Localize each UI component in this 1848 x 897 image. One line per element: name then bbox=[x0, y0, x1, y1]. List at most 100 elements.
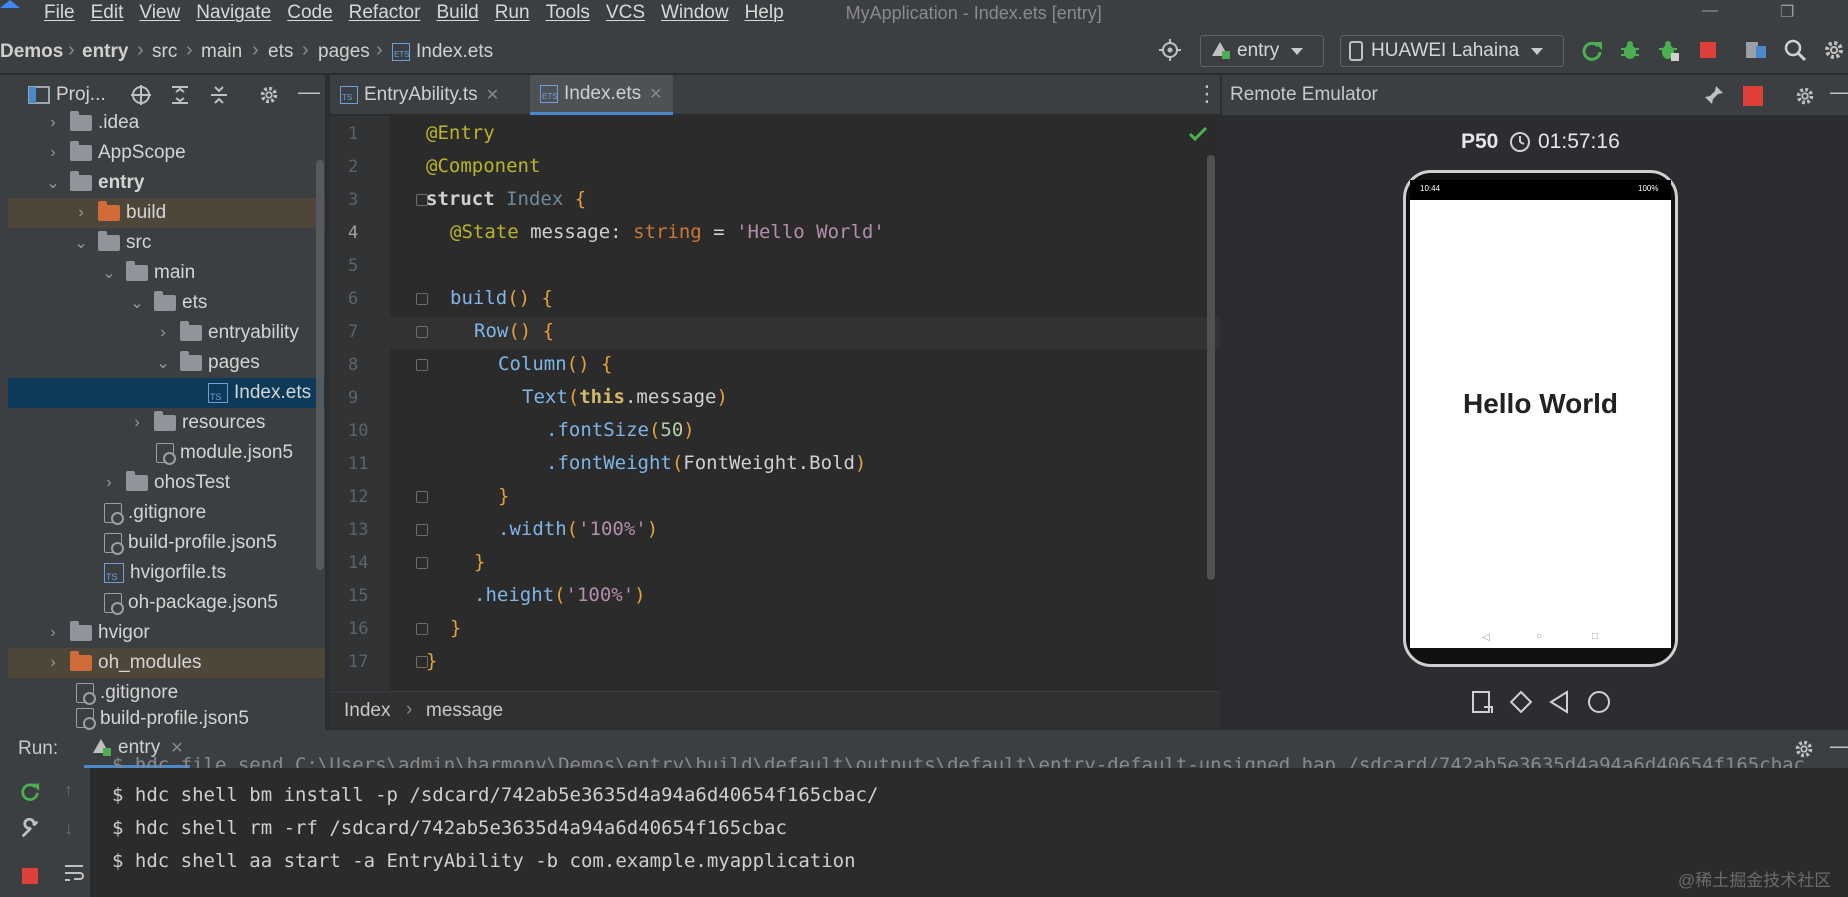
attach-debugger-icon[interactable] bbox=[1656, 38, 1680, 62]
home-button-icon[interactable] bbox=[1586, 689, 1612, 715]
tree-item-pages[interactable]: ⌄ pages bbox=[8, 348, 325, 378]
project-panel-title[interactable]: Proj... bbox=[56, 84, 106, 106]
fold-marker-icon[interactable] bbox=[416, 359, 428, 371]
tree-item-label: entry bbox=[98, 172, 145, 193]
breadcrumb-ets[interactable]: ets bbox=[268, 41, 293, 63]
tree-item-hvigor[interactable]: › hvigor bbox=[8, 618, 325, 648]
menu-build[interactable]: Build bbox=[436, 2, 478, 24]
footer-crumb-index[interactable]: Index bbox=[344, 700, 390, 722]
rerun-icon[interactable] bbox=[19, 780, 41, 802]
breadcrumb-entry[interactable]: entry bbox=[82, 41, 128, 63]
wrench-icon[interactable] bbox=[19, 818, 41, 840]
menu-edit[interactable]: Edit bbox=[91, 2, 124, 24]
fold-marker-icon[interactable] bbox=[416, 491, 428, 503]
tree-item-idea[interactable]: › .idea bbox=[8, 108, 325, 138]
menu-run[interactable]: Run bbox=[495, 2, 530, 24]
tree-item-ets[interactable]: ⌄ ets bbox=[8, 288, 325, 318]
tree-item-oh-modules[interactable]: › oh_modules bbox=[8, 648, 325, 678]
menu-refactor[interactable]: Refactor bbox=[349, 2, 421, 24]
scroll-down-icon[interactable]: ↓ bbox=[64, 818, 73, 839]
debug-icon[interactable] bbox=[1618, 38, 1642, 62]
back-button-icon[interactable] bbox=[1547, 689, 1573, 715]
tree-item-build[interactable]: › build bbox=[8, 198, 325, 228]
tree-item-build-profile-root[interactable]: build-profile.json5 bbox=[8, 708, 325, 730]
hide-panel-icon[interactable]: — bbox=[1830, 79, 1848, 105]
pin-icon[interactable] bbox=[1704, 85, 1724, 105]
minimize-icon[interactable]: — bbox=[1702, 2, 1718, 20]
breadcrumb-index-ets[interactable]: ETS Index.ets bbox=[392, 41, 493, 63]
footer-crumb-message[interactable]: message bbox=[426, 700, 503, 722]
tab-index-ets[interactable]: ETS Index.ets ✕ bbox=[530, 75, 673, 115]
tree-item-src[interactable]: ⌄ src bbox=[8, 228, 325, 258]
menu-view[interactable]: View bbox=[139, 2, 180, 24]
stop-icon[interactable] bbox=[20, 866, 40, 886]
screenshot-icon[interactable] bbox=[1470, 689, 1496, 715]
editor-scrollbar[interactable] bbox=[1207, 155, 1215, 580]
code-editor[interactable]: 1 2 3 4 5 6 7 8 9 10 11 12 13 14 15 16 1… bbox=[330, 116, 1220, 690]
project-view-icon[interactable] bbox=[28, 85, 50, 105]
close-icon[interactable]: ✕ bbox=[486, 85, 499, 105]
nav-back-icon[interactable]: ◁ bbox=[1482, 632, 1490, 643]
tree-item-module-json5[interactable]: module.json5 bbox=[8, 438, 325, 468]
run-config-select[interactable]: entry bbox=[1200, 35, 1324, 67]
rotate-icon[interactable] bbox=[1508, 689, 1534, 715]
tree-item-hvigorfile[interactable]: TS hvigorfile.ts bbox=[8, 558, 325, 588]
navigation-bar: Demos › entry › src › main › ets › pages… bbox=[0, 26, 1848, 74]
menu-window[interactable]: Window bbox=[661, 2, 729, 24]
settings-gear-icon[interactable] bbox=[1822, 38, 1846, 62]
locate-file-icon[interactable] bbox=[130, 84, 152, 106]
restore-icon[interactable]: ❐ bbox=[1780, 2, 1794, 22]
project-structure-icon[interactable] bbox=[1744, 38, 1768, 62]
expand-all-icon[interactable] bbox=[169, 84, 191, 106]
tree-item-appscope[interactable]: › AppScope bbox=[8, 138, 325, 168]
tree-item-entryability[interactable]: › entryability bbox=[8, 318, 325, 348]
breadcrumb-pages[interactable]: pages bbox=[318, 41, 370, 63]
nav-recent-icon[interactable]: □ bbox=[1592, 631, 1598, 642]
tree-item-oh-package[interactable]: oh-package.json5 bbox=[8, 588, 325, 618]
tree-item-build-profile[interactable]: build-profile.json5 bbox=[8, 528, 325, 558]
device-select[interactable]: HUAWEI Lahaina bbox=[1340, 35, 1564, 67]
menu-navigate[interactable]: Navigate bbox=[196, 2, 271, 24]
phone-screen[interactable]: Hello World ◁ ○ □ bbox=[1410, 200, 1671, 648]
breadcrumb-src[interactable]: src bbox=[152, 41, 177, 63]
menu-code[interactable]: Code bbox=[287, 2, 332, 24]
tab-entryability[interactable]: TS EntryAbility.ts ✕ bbox=[330, 75, 509, 115]
tree-item-index-ets[interactable]: TS Index.ets bbox=[8, 378, 325, 408]
rerun-icon[interactable] bbox=[1580, 38, 1604, 62]
target-icon[interactable] bbox=[1158, 38, 1182, 62]
tree-item-entry[interactable]: ⌄ entry bbox=[8, 168, 325, 198]
project-scrollbar[interactable] bbox=[316, 160, 324, 570]
menu-file[interactable]: File bbox=[44, 2, 75, 24]
menu-vcs[interactable]: VCS bbox=[606, 2, 645, 24]
tree-item-gitignore-root[interactable]: .gitignore bbox=[8, 678, 325, 708]
hide-panel-icon[interactable]: — bbox=[1830, 733, 1848, 759]
tree-item-gitignore[interactable]: .gitignore bbox=[8, 498, 325, 528]
code-line-7: Row() { bbox=[474, 320, 554, 342]
stop-emulator-icon[interactable] bbox=[1742, 85, 1764, 107]
tree-item-main[interactable]: ⌄ main bbox=[8, 258, 325, 288]
panel-settings-gear-icon[interactable] bbox=[258, 84, 280, 106]
nav-home-icon[interactable]: ○ bbox=[1536, 631, 1542, 642]
close-icon[interactable]: ✕ bbox=[649, 84, 662, 104]
more-tabs-icon[interactable]: ⋮ bbox=[1196, 81, 1218, 107]
stop-icon[interactable] bbox=[1696, 38, 1720, 62]
breadcrumb-main[interactable]: main bbox=[201, 41, 242, 63]
menu-tools[interactable]: Tools bbox=[546, 2, 590, 24]
line-number: 16 bbox=[348, 619, 369, 639]
hide-panel-icon[interactable]: — bbox=[298, 79, 320, 105]
tree-item-resources[interactable]: › resources bbox=[8, 408, 325, 438]
no-problems-check-icon[interactable] bbox=[1188, 126, 1208, 142]
fold-marker-icon[interactable] bbox=[416, 326, 428, 338]
tree-item-ohostest[interactable]: › ohosTest bbox=[8, 468, 325, 498]
scroll-up-icon[interactable]: ↑ bbox=[64, 780, 73, 801]
fold-marker-icon[interactable] bbox=[416, 557, 428, 569]
emulator-settings-gear-icon[interactable] bbox=[1794, 85, 1816, 107]
fold-marker-icon[interactable] bbox=[416, 524, 428, 536]
fold-marker-icon[interactable] bbox=[416, 293, 428, 305]
soft-wrap-icon[interactable] bbox=[62, 861, 86, 885]
collapse-all-icon[interactable] bbox=[208, 84, 230, 106]
fold-marker-icon[interactable] bbox=[416, 623, 428, 635]
menu-help[interactable]: Help bbox=[745, 2, 784, 24]
search-icon[interactable] bbox=[1783, 38, 1807, 62]
breadcrumb-demos[interactable]: Demos bbox=[0, 41, 63, 63]
